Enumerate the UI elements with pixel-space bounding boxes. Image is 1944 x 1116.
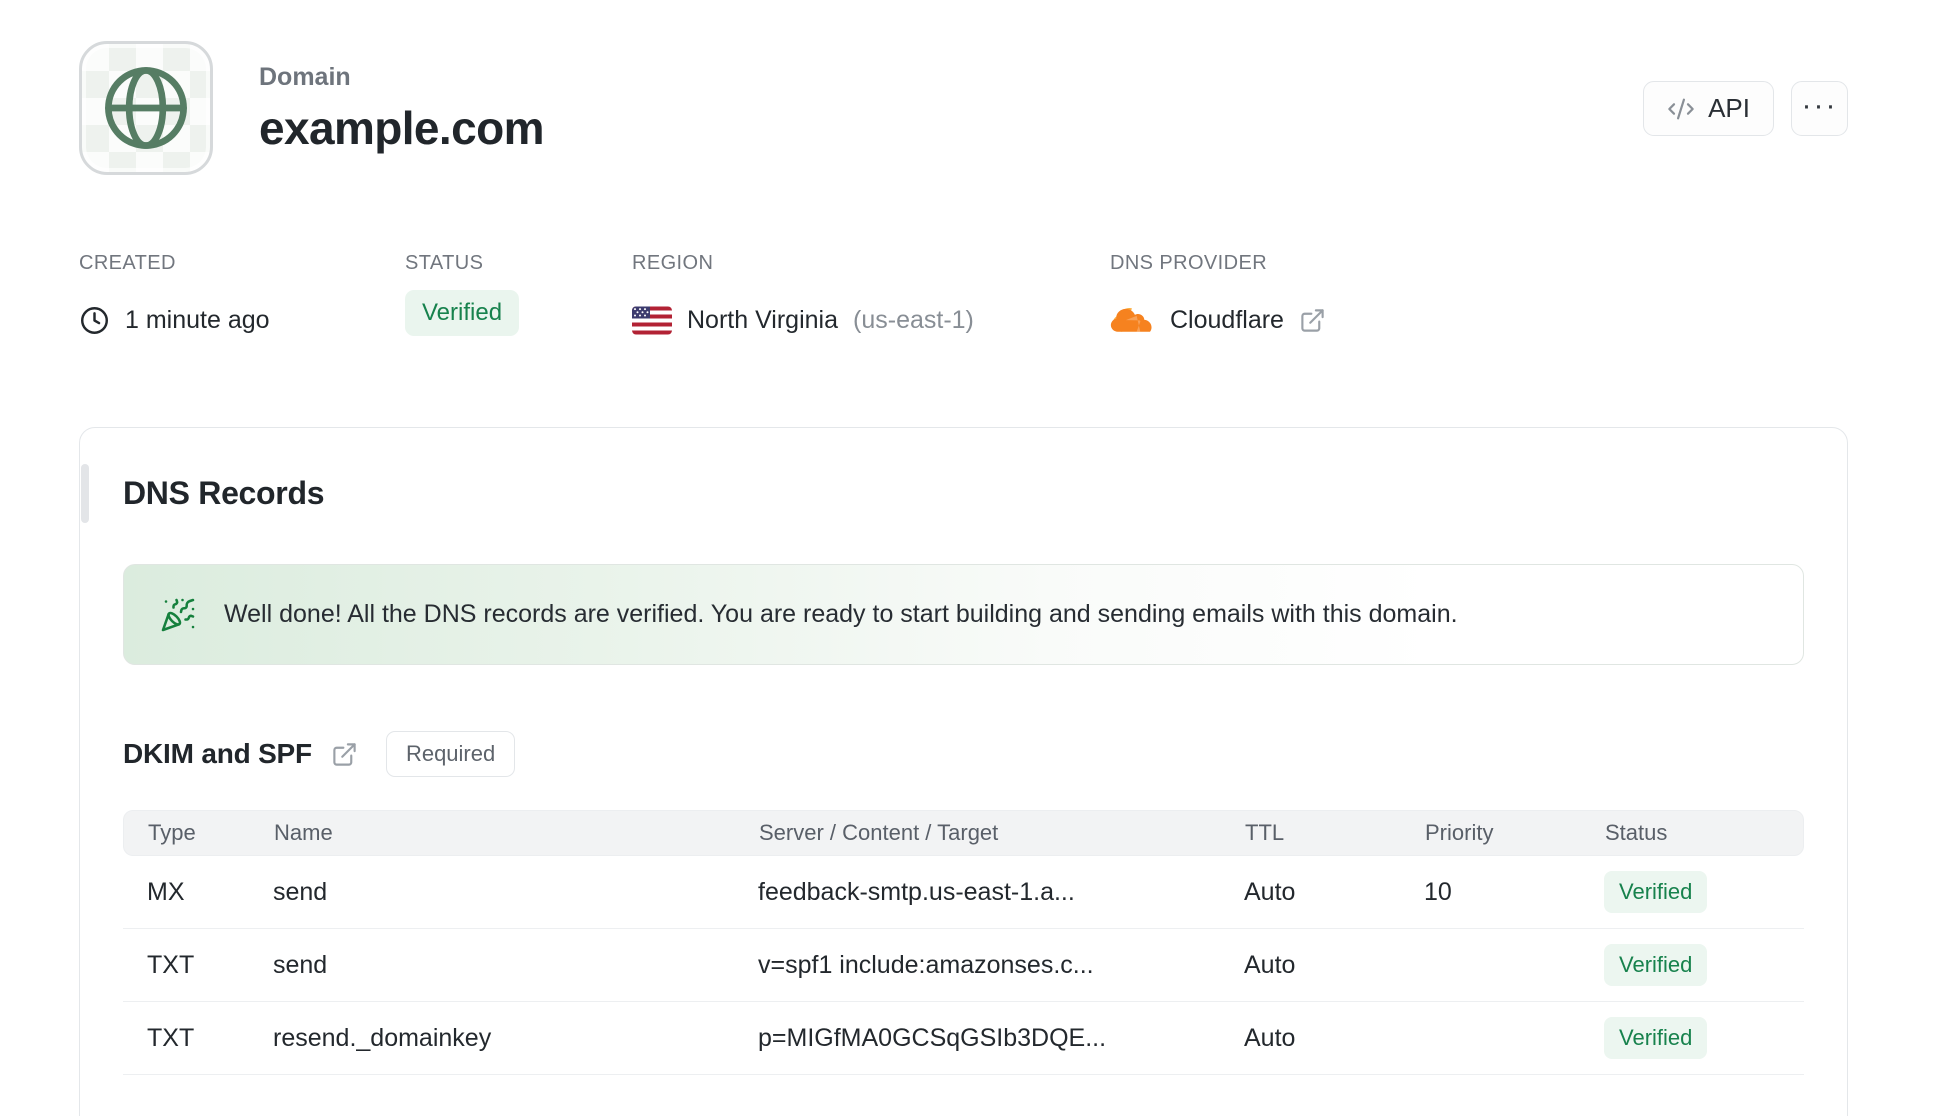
status-label: STATUS (405, 252, 484, 274)
external-link-icon[interactable] (1299, 307, 1326, 334)
created-label: CREATED (79, 252, 176, 274)
col-header-content: Server / Content / Target (759, 820, 999, 845)
success-banner: Well done! All the DNS records are verif… (123, 564, 1804, 665)
domain-detail-page: Domain example.com API ··· CREATED 1 min (0, 0, 1944, 1116)
col-header-name: Name (274, 820, 333, 845)
verified-badge: Verified (1604, 871, 1708, 913)
col-header-priority: Priority (1425, 820, 1494, 845)
more-actions-button[interactable]: ··· (1791, 81, 1848, 136)
domain-header: Domain example.com API ··· (79, 41, 1848, 175)
page-eyebrow: Domain (259, 63, 351, 91)
cell-type: MX (147, 877, 185, 906)
table-header-row: Type Name Server / Content / Target TTL … (123, 810, 1804, 856)
verified-badge: Verified (1604, 1017, 1708, 1059)
cell-name: resend._domainkey (273, 1023, 492, 1052)
required-badge: Required (385, 731, 516, 777)
region-value: North Virginia (687, 305, 839, 334)
clock-icon (81, 306, 108, 334)
cell-name: send (273, 877, 328, 906)
cell-content: v=spf1 include:amazonses.c... (758, 950, 1094, 979)
col-header-status: Status (1605, 820, 1668, 845)
us-flag-icon (632, 306, 672, 334)
meta-created: CREATED 1 minute ago (79, 253, 405, 341)
status-badge: Verified (405, 290, 520, 336)
cell-priority: 10 (1424, 877, 1452, 906)
dns-records-table: Type Name Server / Content / Target TTL … (123, 810, 1804, 1075)
meta-dns-provider: DNS PROVIDER Cloudflare (1110, 253, 1326, 341)
cell-content: p=MIGfMA0GCSqGSIb3DQE... (758, 1023, 1107, 1052)
meta-region: REGION North Virginia (us-east-1) (632, 253, 1110, 341)
page-title: example.com (259, 102, 544, 154)
external-link-icon[interactable] (331, 741, 358, 768)
api-button[interactable]: API (1643, 81, 1774, 136)
region-label: REGION (632, 252, 714, 274)
cell-type: TXT (147, 1023, 195, 1052)
region-code: (us-east-1) (853, 305, 974, 334)
verified-badge: Verified (1604, 944, 1708, 986)
dkim-spf-heading: DKIM and SPF (123, 738, 312, 769)
title-block: Domain example.com (259, 41, 544, 154)
col-header-ttl: TTL (1245, 820, 1285, 845)
cell-ttl: Auto (1244, 950, 1296, 979)
code-icon (1668, 98, 1694, 119)
cell-ttl: Auto (1244, 877, 1296, 906)
dkim-spf-header: DKIM and SPF Required (123, 731, 1804, 777)
section-indicator (81, 464, 89, 523)
api-button-label: API (1708, 93, 1750, 123)
banner-message: Well done! All the DNS records are verif… (224, 600, 1458, 628)
ellipsis-icon: ··· (1801, 88, 1838, 122)
header-actions: API ··· (1643, 81, 1848, 136)
created-value: 1 minute ago (125, 305, 270, 334)
dns-records-heading: DNS Records (123, 475, 325, 511)
globe-icon (105, 67, 187, 149)
domain-meta: CREATED 1 minute ago STATUS Verified REG… (79, 253, 1326, 341)
cloudflare-icon (1110, 307, 1152, 332)
cell-content: feedback-smtp.us-east-1.a... (758, 877, 1075, 906)
party-popper-icon (161, 598, 195, 631)
dns-provider-label: DNS PROVIDER (1110, 252, 1268, 274)
col-header-type: Type (148, 820, 196, 845)
table-row: TXT resend._domainkey p=MIGfMA0GCSqGSIb3… (123, 1002, 1804, 1075)
meta-status: STATUS Verified (405, 253, 632, 336)
cell-ttl: Auto (1244, 1023, 1296, 1052)
dns-records-card: DNS Records Well done! All the DNS recor… (79, 427, 1848, 1116)
dns-provider-value: Cloudflare (1170, 305, 1284, 334)
domain-avatar (79, 41, 213, 175)
table-row: MX send feedback-smtp.us-east-1.a... Aut… (123, 856, 1804, 929)
cell-type: TXT (147, 950, 195, 979)
cell-name: send (273, 950, 328, 979)
table-row: TXT send v=spf1 include:amazonses.c... A… (123, 929, 1804, 1002)
